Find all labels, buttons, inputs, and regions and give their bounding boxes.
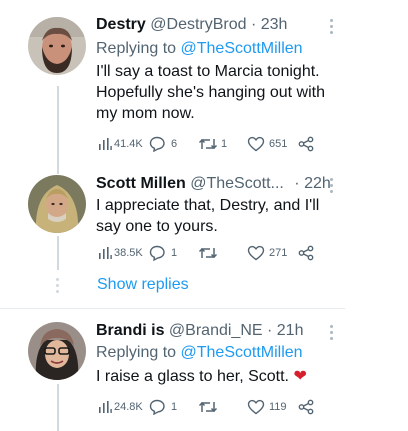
heart-icon xyxy=(247,245,265,261)
reply-button[interactable]: 1 xyxy=(149,397,177,417)
retweet-icon xyxy=(198,401,218,413)
reply-mention-link[interactable]: @TheScottMillen xyxy=(181,344,303,361)
share-icon xyxy=(298,136,314,152)
thread-line xyxy=(57,236,59,270)
tweet-header: Brandi is @Brandi_NE · 21h xyxy=(96,321,303,341)
like-button[interactable]: 271 xyxy=(247,243,287,263)
replying-prefix: Replying to xyxy=(96,40,177,57)
share-icon xyxy=(298,245,314,261)
user-handle[interactable]: @Brandi_NE xyxy=(169,322,263,339)
retweet-icon xyxy=(198,247,218,259)
reply-button[interactable]: 1 xyxy=(149,243,177,263)
reply-mention-link[interactable]: @TheScottMillen xyxy=(181,40,303,57)
retweet-button[interactable]: 1 xyxy=(198,134,227,154)
tweet-text: I appreciate that, Destry, and I'll say … xyxy=(96,197,320,235)
timestamp[interactable]: · 21h xyxy=(267,322,303,339)
user-handle[interactable]: @DestryBrod xyxy=(150,16,246,33)
retweet-count: 1 xyxy=(221,138,228,150)
divider xyxy=(0,308,345,309)
reply-icon xyxy=(149,245,165,261)
like-button[interactable]: 119 xyxy=(247,397,287,417)
thread-line xyxy=(57,86,59,174)
thread-line xyxy=(57,384,59,431)
share-button[interactable] xyxy=(298,134,314,154)
reply-icon xyxy=(149,136,165,152)
reply-count: 1 xyxy=(171,401,178,413)
like-count: 651 xyxy=(269,138,288,150)
like-count: 119 xyxy=(269,401,287,413)
more-options-icon[interactable] xyxy=(330,178,334,196)
tweet-text-container: I raise a glass to her, Scott. ❤ xyxy=(96,366,346,387)
display-name[interactable]: Brandi is xyxy=(96,322,164,339)
red-heart-emoji-icon: ❤ xyxy=(293,368,307,385)
more-options-icon[interactable] xyxy=(330,19,334,37)
heart-icon xyxy=(247,136,265,152)
reply-icon xyxy=(149,399,165,415)
heart-icon xyxy=(247,399,265,415)
replying-prefix: Replying to xyxy=(96,344,177,361)
tweet-header: Scott Millen @TheScott... · 22h xyxy=(96,174,331,194)
share-button[interactable] xyxy=(298,397,314,417)
more-options-icon[interactable] xyxy=(330,325,334,343)
views-icon xyxy=(99,138,112,150)
timestamp[interactable]: · 22h xyxy=(294,175,330,192)
reply-button[interactable]: 6 xyxy=(149,134,177,154)
replying-to: Replying to @TheScottMillen xyxy=(96,343,303,363)
retweet-button[interactable] xyxy=(198,397,221,417)
tweet-text: I raise a glass to her, Scott. xyxy=(96,368,289,385)
views-count: 41.4K xyxy=(114,138,143,150)
reply-count: 1 xyxy=(171,247,178,259)
views-icon xyxy=(99,247,112,259)
thread-gap-dots xyxy=(56,278,60,296)
replying-to: Replying to @TheScottMillen xyxy=(96,39,303,59)
views-button[interactable]: 41.4K xyxy=(98,134,143,154)
avatar-scott-millen[interactable] xyxy=(28,175,86,233)
like-count: 271 xyxy=(269,247,288,259)
retweet-icon xyxy=(198,138,218,150)
views-icon xyxy=(99,401,112,413)
avatar-destry[interactable] xyxy=(28,17,86,75)
views-count: 24.8K xyxy=(114,401,143,413)
display-name[interactable]: Destry xyxy=(96,16,146,33)
views-button[interactable]: 24.8K xyxy=(98,397,143,417)
views-button[interactable]: 38.5K xyxy=(98,243,143,263)
timestamp[interactable]: · 23h xyxy=(251,16,287,33)
like-button[interactable]: 651 xyxy=(247,134,287,154)
tweet-text: I'll say a toast to Marcia tonight. Hope… xyxy=(96,63,325,122)
tweet-header: Destry @DestryBrod · 23h xyxy=(96,15,287,35)
show-replies-link[interactable]: Show replies xyxy=(97,276,189,294)
avatar-brandi[interactable] xyxy=(28,322,86,380)
views-count: 38.5K xyxy=(114,247,143,259)
share-button[interactable] xyxy=(298,243,314,263)
user-handle[interactable]: @TheScott... xyxy=(190,175,284,192)
display-name[interactable]: Scott Millen xyxy=(96,175,186,192)
retweet-button[interactable] xyxy=(198,243,221,263)
reply-count: 6 xyxy=(171,138,178,150)
share-icon xyxy=(298,399,314,415)
